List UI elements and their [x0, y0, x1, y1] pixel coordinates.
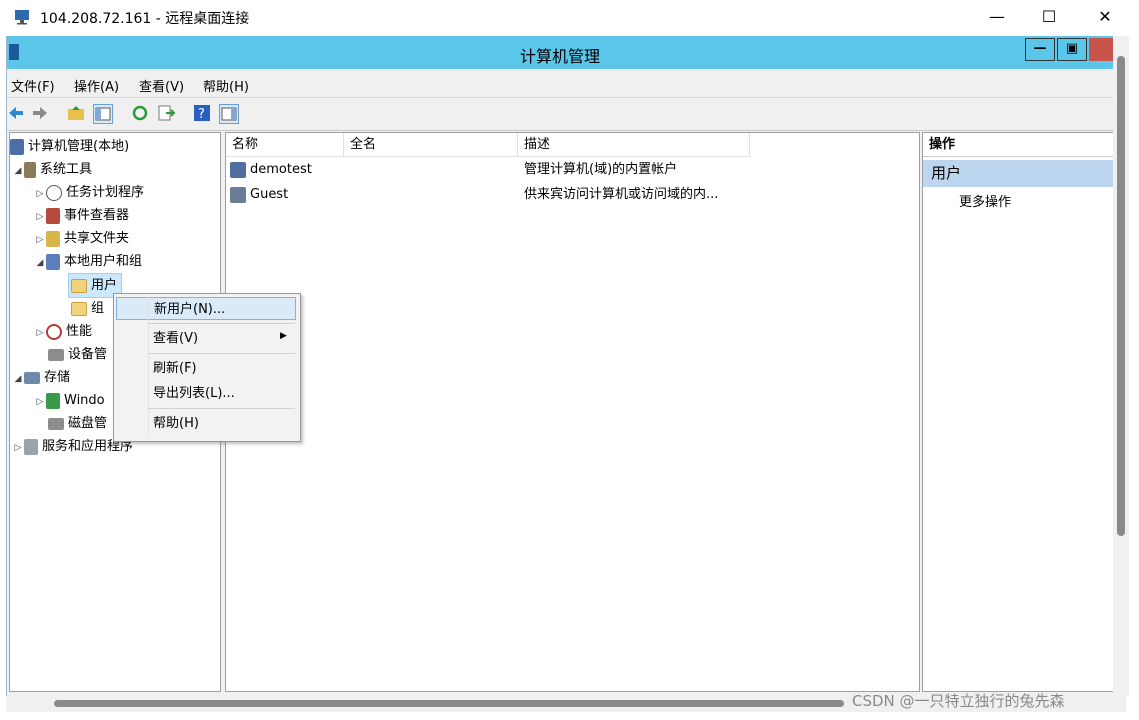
tree-item-groups[interactable]: 组	[71, 297, 104, 320]
tree-item-shared-folders[interactable]: ▷ 共享文件夹	[34, 227, 129, 250]
rdp-title-bar: 104.208.72.161 - 远程桌面连接 — ☐ ✕	[0, 0, 1139, 36]
actions-header: 操作	[923, 133, 1113, 157]
menu-item-export-list[interactable]: 导出列表(L)...	[116, 382, 296, 405]
users-group-icon	[46, 253, 60, 270]
disk-icon	[48, 417, 64, 430]
column-header-name[interactable]: 名称	[226, 133, 344, 157]
expand-arrow-icon[interactable]: ▷	[34, 183, 46, 206]
device-manager-icon	[48, 348, 64, 361]
tree-item-local-users-groups[interactable]: ◢ 本地用户和组	[34, 250, 142, 273]
menu-separator	[149, 408, 295, 409]
computer-management-icon	[10, 138, 24, 155]
expand-arrow-icon[interactable]: ▷	[34, 322, 46, 345]
services-icon	[24, 438, 38, 455]
refresh-icon[interactable]	[131, 104, 149, 122]
tree-item-root[interactable]: 计算机管理(本地)	[10, 135, 129, 158]
column-header-fullname[interactable]: 全名	[344, 133, 518, 157]
rdp-icon	[14, 9, 32, 25]
watermark: CSDN @一只特立独行的兔先森	[852, 692, 1065, 710]
actions-section-users[interactable]: 用户	[923, 160, 1113, 187]
more-actions-link[interactable]: 更多操作	[959, 191, 1011, 210]
menu-item-view[interactable]: 查看(V)	[116, 327, 296, 350]
tree-item-storage[interactable]: ◢ 存储	[12, 366, 70, 389]
row-description: 管理计算机(域)的内置帐户	[524, 162, 678, 177]
folder-icon	[71, 301, 87, 316]
horizontal-scroll-thumb[interactable]	[54, 700, 844, 707]
menu-separator	[149, 353, 295, 354]
show-hide-tree-icon[interactable]	[93, 104, 113, 124]
tree-item-performance[interactable]: ▷ 性能	[34, 320, 92, 343]
help-icon[interactable]: ?	[193, 104, 211, 122]
tree-item-device-manager[interactable]: 设备管	[48, 343, 107, 366]
vertical-scroll-thumb[interactable]	[1117, 56, 1125, 536]
user-icon	[230, 186, 246, 203]
menu-action[interactable]: 操作(A)	[74, 76, 119, 95]
tree-item-system-tools[interactable]: ◢ 系统工具	[12, 158, 92, 181]
export-list-icon[interactable]	[157, 104, 176, 122]
window-title: 计算机管理	[519, 47, 600, 66]
menu-separator	[149, 323, 295, 324]
collapse-arrow-icon[interactable]: ◢	[12, 160, 24, 183]
actions-pane: 操作 用户 更多操作	[922, 132, 1114, 692]
user-list-pane: 名称 全名 描述 demotest 管理计算机(域)的内置帐户 Guest 供来…	[225, 132, 920, 692]
close-button[interactable]: ✕	[1077, 0, 1133, 34]
tree-item-task-scheduler[interactable]: ▷ 任务计划程序	[34, 181, 144, 204]
table-row[interactable]: demotest 管理计算机(域)的内置帐户	[230, 158, 890, 182]
expand-arrow-icon[interactable]: ▷	[34, 206, 46, 229]
vertical-scrollbar[interactable]	[1113, 36, 1129, 696]
performance-icon	[46, 323, 62, 340]
clock-icon	[46, 184, 62, 201]
menu-view[interactable]: 查看(V)	[139, 76, 184, 95]
inner-maximize-button[interactable]: ▣	[1057, 38, 1087, 61]
menu-gutter	[148, 297, 149, 437]
menu-item-help[interactable]: 帮助(H)	[116, 412, 296, 435]
collapse-arrow-icon[interactable]: ◢	[34, 252, 46, 275]
minimize-button[interactable]: —	[969, 0, 1025, 34]
shared-folder-icon	[46, 230, 60, 247]
folder-icon	[71, 278, 87, 293]
tools-icon	[24, 161, 36, 178]
window-title-bar: 计算机管理 — ▣	[7, 36, 1113, 69]
row-description: 供来宾访问计算机或访问域的内...	[524, 187, 719, 202]
table-row[interactable]: Guest 供来宾访问计算机或访问域的内...	[230, 183, 890, 207]
expand-arrow-icon[interactable]: ▷	[34, 391, 46, 414]
user-icon	[230, 161, 246, 178]
menu-item-new-user[interactable]: 新用户(N)...	[116, 297, 296, 320]
event-viewer-icon	[46, 207, 60, 224]
tree-item-disk-management[interactable]: 磁盘管	[48, 412, 107, 435]
inner-close-button[interactable]	[1089, 38, 1113, 61]
inner-minimize-button[interactable]: —	[1025, 38, 1055, 61]
context-menu: 新用户(N)... 查看(V) ▶ 刷新(F) 导出列表(L)... 帮助(H)	[113, 293, 301, 442]
menu-help[interactable]: 帮助(H)	[203, 76, 249, 95]
storage-icon	[24, 371, 40, 384]
svg-text:?: ?	[198, 107, 205, 122]
up-folder-icon[interactable]	[67, 104, 85, 122]
expand-arrow-icon[interactable]: ▷	[34, 229, 46, 252]
backup-icon	[46, 392, 60, 409]
column-header-description[interactable]: 描述	[518, 133, 750, 157]
rdp-title: 104.208.72.161 - 远程桌面连接	[40, 11, 250, 27]
maximize-button[interactable]: ☐	[1021, 0, 1077, 34]
menu-file[interactable]: 文件(F)	[11, 76, 55, 95]
collapse-arrow-icon[interactable]: ◢	[12, 368, 24, 391]
forward-arrow-icon[interactable]	[31, 104, 49, 122]
tree-item-windows-backup[interactable]: ▷ Windo	[34, 389, 105, 412]
back-arrow-icon[interactable]	[7, 104, 25, 122]
tree-item-event-viewer[interactable]: ▷ 事件查看器	[34, 204, 129, 227]
show-hide-action-pane-icon[interactable]	[219, 104, 239, 124]
submenu-arrow-icon: ▶	[280, 331, 287, 341]
menu-item-refresh[interactable]: 刷新(F)	[116, 357, 296, 380]
expand-arrow-icon[interactable]: ▷	[12, 437, 24, 460]
